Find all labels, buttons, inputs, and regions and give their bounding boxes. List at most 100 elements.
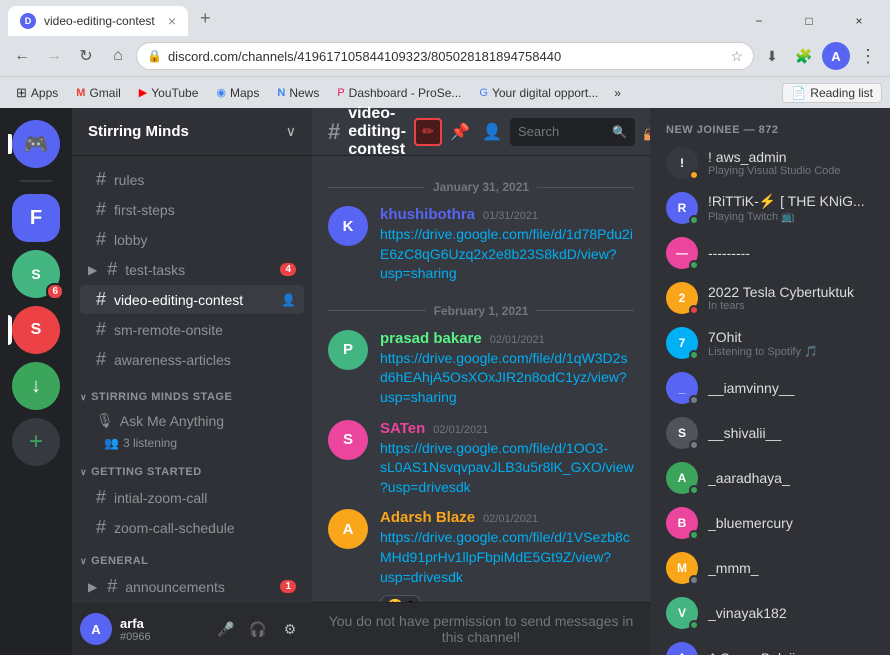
- server-f-icon[interactable]: F: [12, 194, 60, 242]
- link-khushi[interactable]: https://drive.google.com/file/d/1d78Pdu2…: [380, 226, 633, 281]
- forward-button[interactable]: →: [40, 42, 68, 70]
- bookmark-gmail[interactable]: M Gmail: [68, 84, 129, 102]
- user-settings-button[interactable]: ⚙: [276, 615, 304, 643]
- member-item[interactable]: A _aaradhaya_: [658, 456, 882, 500]
- member-name: _aaradhaya_: [708, 470, 874, 486]
- server-green-icon[interactable]: ↓: [12, 362, 60, 410]
- channel-name-zoom: zoom-call-schedule: [114, 520, 296, 536]
- member-item[interactable]: _ __iamvinny__: [658, 366, 882, 410]
- channel-video-editing-contest[interactable]: # video-editing-contest 👤: [80, 285, 304, 314]
- member-item[interactable]: ! ! aws_admin Playing Visual Studio Code: [658, 141, 882, 185]
- channel-zoom-schedule[interactable]: # zoom-call-schedule: [80, 513, 304, 542]
- server-header[interactable]: Stirring Minds ∨: [72, 108, 312, 156]
- bookmark-apps[interactable]: ⊞ Apps: [8, 83, 66, 103]
- member-item[interactable]: 2 2022 Tesla Cybertuktuk In tears: [658, 276, 882, 320]
- link-adarsh[interactable]: https://drive.google.com/file/d/1VSezb8c…: [380, 529, 630, 584]
- server-indicator: [8, 134, 12, 154]
- bookmark-news[interactable]: N News: [269, 84, 327, 102]
- address-bar[interactable]: 🔒 discord.com/channels/41961710584410932…: [136, 42, 754, 70]
- message-content-prasad: prasad bakare 02/01/2021 https://drive.g…: [380, 330, 634, 408]
- channel-announcements[interactable]: ▶ # announcements 1: [80, 572, 304, 601]
- member-info: ! aws_admin Playing Visual Studio Code: [708, 149, 874, 177]
- channel-awareness[interactable]: # awareness-articles: [80, 345, 304, 374]
- no-permission-bar: You do not have permission to send messa…: [312, 602, 650, 655]
- hash-icon: #: [96, 289, 106, 310]
- member-item[interactable]: B _bluemercury: [658, 501, 882, 545]
- home-button[interactable]: ⌂: [104, 42, 132, 70]
- edit-button[interactable]: ✏: [414, 118, 442, 146]
- discord-home-button[interactable]: 🎮: [12, 120, 60, 168]
- download-button[interactable]: ⬇: [758, 42, 786, 70]
- member-name: A Surya Balaji: [708, 650, 874, 655]
- members-button[interactable]: 👤: [478, 118, 506, 146]
- new-tab-button[interactable]: +: [196, 8, 215, 29]
- pin-button[interactable]: 📌: [446, 118, 474, 146]
- message-prasad: P prasad bakare 02/01/2021 https://drive…: [328, 326, 634, 412]
- discord-app: 🎮 F S 6 S ↓ + Stirring Minds ∨: [0, 108, 890, 655]
- tab-close-button[interactable]: ×: [168, 13, 176, 29]
- extensions-button[interactable]: 🧩: [790, 42, 818, 70]
- getting-started-category[interactable]: ∨ GETTING STARTED: [72, 454, 312, 482]
- link-prasad[interactable]: https://drive.google.com/file/d/1qW3D2sd…: [380, 350, 627, 405]
- reaction-heart-eyes[interactable]: 😍 2: [380, 595, 421, 602]
- add-server-button[interactable]: +: [12, 418, 60, 466]
- link-saten[interactable]: https://drive.google.com/file/d/1OO3-sL0…: [380, 440, 634, 495]
- search-input[interactable]: [518, 124, 608, 139]
- minimize-button[interactable]: −: [736, 6, 782, 36]
- message-saten: S SATen 02/01/2021 https://drive.google.…: [328, 416, 634, 502]
- general-category[interactable]: ∨ GENERAL: [72, 543, 312, 571]
- user-controls: 🎤 🎧 ⚙: [212, 615, 304, 643]
- member-item[interactable]: A A Surya Balaji: [658, 636, 882, 655]
- reaction-area: 😍 2: [380, 591, 634, 602]
- channel-sm-remote[interactable]: # sm-remote-onsite: [80, 315, 304, 344]
- search-box[interactable]: 🔍: [510, 118, 635, 146]
- url-text: discord.com/channels/419617105844109323/…: [168, 49, 724, 64]
- refresh-button[interactable]: ↻: [72, 42, 100, 70]
- mute-button[interactable]: 🎤: [212, 615, 240, 643]
- bookmark-youtube[interactable]: ▶ YouTube: [131, 84, 207, 102]
- channel-learning[interactable]: ▶ # learning--knowledge--re...: [80, 602, 304, 603]
- user-info: arfa #0966: [120, 616, 204, 643]
- menu-button[interactable]: ⋮: [854, 42, 882, 70]
- member-item[interactable]: M _mmm_: [658, 546, 882, 590]
- member-item[interactable]: V _vinayak182: [658, 591, 882, 635]
- member-item[interactable]: R !RiTTiK-⚡ [ THE KNiG... Playing Twitch…: [658, 186, 882, 230]
- channel-lobby[interactable]: # lobby: [80, 225, 304, 254]
- lock-icon: 🔒: [147, 49, 162, 63]
- back-button[interactable]: ←: [8, 42, 36, 70]
- member-item[interactable]: — ---------: [658, 231, 882, 275]
- server-badge-icon[interactable]: S 6: [12, 250, 60, 298]
- time-adarsh: 02/01/2021: [483, 513, 538, 525]
- hash-icon: #: [96, 517, 106, 538]
- member-status: [689, 260, 699, 270]
- bookmark-maps[interactable]: ◉ Maps: [208, 84, 267, 102]
- maximize-button[interactable]: □: [786, 6, 832, 36]
- server-stirring-icon[interactable]: S: [12, 306, 60, 354]
- stage-ask-me[interactable]: 🎙 Ask Me Anything: [80, 408, 304, 433]
- member-status: [689, 395, 699, 405]
- more-bookmarks-button[interactable]: »: [608, 84, 627, 102]
- channel-rules[interactable]: # rules: [80, 165, 304, 194]
- member-info: _mmm_: [708, 560, 874, 576]
- bookmark-star-icon[interactable]: ☆: [730, 48, 743, 65]
- deafen-button[interactable]: 🎧: [244, 615, 272, 643]
- bookmark-digital[interactable]: G Your digital opport...: [471, 84, 606, 102]
- channel-first-steps[interactable]: # first-steps: [80, 195, 304, 224]
- bookmark-news-label: News: [289, 86, 319, 100]
- stage-name: Ask Me Anything: [120, 413, 224, 429]
- user-area: A arfa #0966 🎤 🎧 ⚙: [72, 603, 312, 655]
- profile-button[interactable]: A: [822, 42, 850, 70]
- channel-test-tasks[interactable]: ▶ # test-tasks 4: [80, 255, 304, 284]
- hash-icon: #: [96, 487, 106, 508]
- member-avatar: 7: [666, 327, 698, 359]
- close-button[interactable]: ×: [836, 6, 882, 36]
- bookmark-dashboard[interactable]: P Dashboard - ProSe...: [329, 84, 469, 102]
- member-item[interactable]: S __shivalii__: [658, 411, 882, 455]
- member-item[interactable]: 7 7Ohit Listening to Spotify 🎵: [658, 321, 882, 365]
- author-khushi: khushibothra: [380, 206, 475, 223]
- channel-intial-zoom[interactable]: # intial-zoom-call: [80, 483, 304, 512]
- hash-icon: #: [96, 229, 106, 250]
- active-tab[interactable]: D video-editing-contest ×: [8, 6, 188, 36]
- reading-list-button[interactable]: 📄 Reading list: [782, 83, 882, 103]
- stage-category[interactable]: ∨ STIRRING MINDS STAGE: [72, 375, 312, 407]
